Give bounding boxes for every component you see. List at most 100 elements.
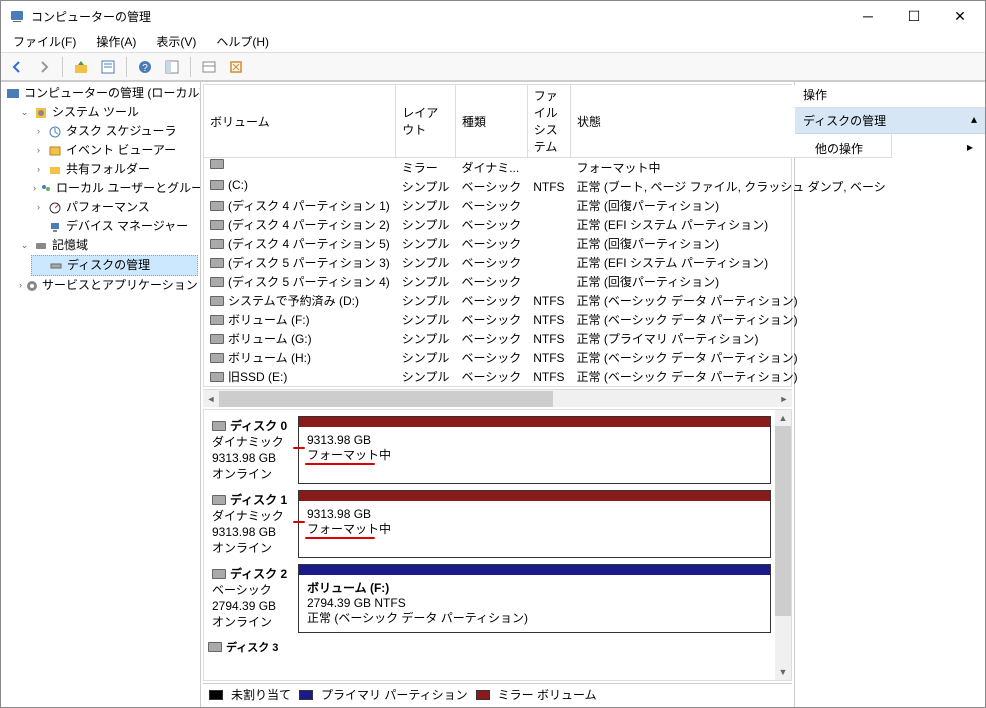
disk-row-partial: ディスク 3	[208, 639, 787, 655]
maximize-button[interactable]: ☐	[891, 1, 937, 31]
disk-partition[interactable]: ボリューム (F:)2794.39 GB NTFS正常 (ベーシック データ パ…	[298, 564, 771, 633]
volume-row[interactable]: 旧SSD (E:)シンプルベーシックNTFS正常 (ベーシック データ パーティ…	[204, 367, 892, 386]
help-button[interactable]: ?	[133, 56, 157, 78]
volume-row[interactable]: ボリューム (H:)シンプルベーシックNTFS正常 (ベーシック データ パーテ…	[204, 348, 892, 367]
volume-header-0[interactable]: ボリューム	[204, 85, 396, 158]
disk-icon	[212, 569, 226, 579]
properties-button[interactable]	[96, 56, 120, 78]
volume-header-3[interactable]: ファイル システム	[527, 85, 570, 158]
partition-details: ボリューム (F:)2794.39 GB NTFS正常 (ベーシック データ パ…	[299, 575, 770, 632]
volume-header-1[interactable]: レイアウト	[396, 85, 456, 158]
menu-view[interactable]: 表示(V)	[148, 31, 204, 52]
actions-section[interactable]: ディスクの管理 ▴	[795, 108, 985, 134]
actions-pane: 操作 ディスクの管理 ▴ 他の操作 ▸	[795, 82, 985, 707]
legend-unalloc-swatch	[209, 690, 223, 700]
disk-info[interactable]: ディスク 1ダイナミック9313.98 GBオンライン	[208, 490, 298, 558]
partition-stripe	[299, 565, 770, 575]
menu-help[interactable]: ヘルプ(H)	[208, 31, 277, 52]
partition-stripe	[299, 491, 770, 501]
app-window: コンピューターの管理 ─ ☐ ✕ ファイル(F) 操作(A) 表示(V) ヘルプ…	[0, 0, 986, 708]
tree-storage[interactable]: ⌄ 記憶域	[17, 236, 198, 255]
disk-row: ディスク 2ベーシック2794.39 GBオンラインボリューム (F:)2794…	[208, 564, 771, 633]
collapse-icon: ▴	[971, 112, 977, 129]
legend-mirror-label: ミラー ボリューム	[498, 686, 597, 703]
tree-disk-management[interactable]: ディスクの管理	[31, 255, 198, 276]
disk-icon	[208, 642, 222, 652]
chevron-right-icon: ▸	[967, 140, 973, 157]
actions-more[interactable]: 他の操作 ▸	[795, 134, 985, 163]
disk-row: ディスク 0ダイナミック9313.98 GBオンライン9313.98 GBフォー…	[208, 416, 771, 484]
disk-partition[interactable]: 9313.98 GBフォーマット中	[298, 490, 771, 558]
legend-primary-label: プライマリ パーティション	[321, 686, 468, 703]
back-button[interactable]	[5, 56, 29, 78]
window-title: コンピューターの管理	[31, 8, 845, 25]
volume-icon	[210, 353, 224, 363]
volume-icon	[210, 180, 224, 190]
partition-details: 9313.98 GBフォーマット中	[299, 427, 770, 483]
disk-vscroll[interactable]: ▲▼	[775, 410, 791, 680]
volume-row[interactable]: (ディスク 4 パーティション 5)シンプルベーシック正常 (回復パーティション…	[204, 234, 892, 253]
volume-row[interactable]: (ディスク 4 パーティション 2)シンプルベーシック正常 (EFI システム …	[204, 215, 892, 234]
volume-icon	[210, 201, 224, 211]
disk-partition[interactable]: 9313.98 GBフォーマット中	[298, 416, 771, 484]
tree-event-viewer[interactable]: ›イベント ビューアー	[31, 141, 198, 160]
partition-stripe	[299, 417, 770, 427]
disk-icon	[212, 495, 226, 505]
volume-icon	[210, 296, 224, 306]
toolbar: ?	[1, 53, 985, 81]
app-icon	[9, 8, 25, 24]
volume-row[interactable]: (ディスク 4 パーティション 1)シンプルベーシック正常 (回復パーティション…	[204, 196, 892, 215]
tree-device-manager[interactable]: デバイス マネージャー	[31, 217, 198, 236]
volume-icon	[210, 239, 224, 249]
tree-task-scheduler[interactable]: ›タスク スケジューラ	[31, 122, 198, 141]
volume-icon	[210, 315, 224, 325]
volume-hscroll[interactable]: ◄►	[203, 389, 792, 407]
volume-header-2[interactable]: 種類	[455, 85, 527, 158]
volume-row[interactable]: (ディスク 5 パーティション 3)シンプルベーシック正常 (EFI システム …	[204, 253, 892, 272]
volume-row[interactable]: ミラーダイナミ...フォーマット中	[204, 158, 892, 178]
volume-row[interactable]: ボリューム (G:)シンプルベーシックNTFS正常 (プライマリ パーティション…	[204, 329, 892, 348]
titlebar: コンピューターの管理 ─ ☐ ✕	[1, 1, 985, 31]
tree-systools[interactable]: ⌄ システム ツール	[17, 103, 198, 122]
legend-primary-swatch	[299, 690, 313, 700]
legend: 未割り当て プライマリ パーティション ミラー ボリューム	[203, 683, 792, 705]
volume-icon	[210, 334, 224, 344]
legend-unalloc-label: 未割り当て	[231, 686, 291, 703]
forward-button[interactable]	[32, 56, 56, 78]
volume-icon	[210, 277, 224, 287]
menubar: ファイル(F) 操作(A) 表示(V) ヘルプ(H)	[1, 31, 985, 53]
volume-icon	[210, 372, 224, 382]
volume-icon	[210, 220, 224, 230]
main-area: コンピューターの管理 (ローカル) ⌄ システム ツール ›タスク ス	[1, 81, 985, 707]
menu-file[interactable]: ファイル(F)	[5, 31, 84, 52]
partition-details: 9313.98 GBフォーマット中	[299, 501, 770, 557]
disk-graphical-view: ディスク 0ダイナミック9313.98 GBオンライン9313.98 GBフォー…	[203, 409, 792, 681]
refresh-button[interactable]	[224, 56, 248, 78]
disk-icon	[212, 421, 226, 431]
actions-header: 操作	[795, 82, 985, 108]
tree-shared-folders[interactable]: ›共有フォルダー	[31, 160, 198, 179]
legend-mirror-swatch	[476, 690, 490, 700]
volume-row[interactable]: システムで予約済み (D:)シンプルベーシックNTFS正常 (ベーシック データ…	[204, 291, 892, 310]
volume-list: ボリュームレイアウト種類ファイル システム状態 ミラーダイナミ...フォーマット…	[203, 84, 792, 387]
volume-icon	[210, 258, 224, 268]
tree-services-apps[interactable]: › サービスとアプリケーション	[17, 276, 198, 295]
close-button[interactable]: ✕	[937, 1, 983, 31]
tree-performance[interactable]: ›パフォーマンス	[31, 198, 198, 217]
disk-info[interactable]: ディスク 2ベーシック2794.39 GBオンライン	[208, 564, 298, 633]
volume-icon	[210, 159, 224, 169]
tree-root[interactable]: コンピューターの管理 (ローカル)	[3, 84, 198, 103]
volume-row[interactable]: (ディスク 5 パーティション 4)シンプルベーシック正常 (回復パーティション…	[204, 272, 892, 291]
menu-action[interactable]: 操作(A)	[88, 31, 144, 52]
tree-local-users[interactable]: ›ローカル ユーザーとグループ	[31, 179, 198, 198]
disk-row: ディスク 1ダイナミック9313.98 GBオンライン9313.98 GBフォー…	[208, 490, 771, 558]
tree-pane: コンピューターの管理 (ローカル) ⌄ システム ツール ›タスク ス	[1, 82, 201, 707]
minimize-button[interactable]: ─	[845, 1, 891, 31]
center-pane: ボリュームレイアウト種類ファイル システム状態 ミラーダイナミ...フォーマット…	[201, 82, 795, 707]
toolbar-btn-6[interactable]	[197, 56, 221, 78]
volume-row[interactable]: ボリューム (F:)シンプルベーシックNTFS正常 (ベーシック データ パーテ…	[204, 310, 892, 329]
toolbar-btn-5[interactable]	[160, 56, 184, 78]
up-button[interactable]	[69, 56, 93, 78]
volume-row[interactable]: (C:)シンプルベーシックNTFS正常 (ブート, ページ ファイル, クラッシ…	[204, 177, 892, 196]
disk-info[interactable]: ディスク 0ダイナミック9313.98 GBオンライン	[208, 416, 298, 484]
